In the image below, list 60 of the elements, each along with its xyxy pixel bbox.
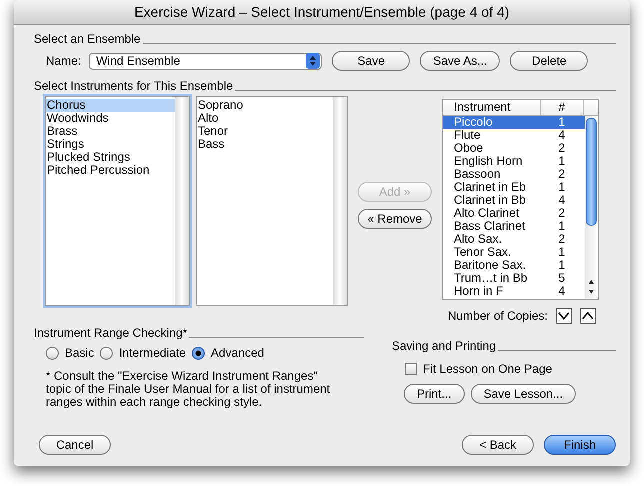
table-row[interactable]: Flute 4 — [443, 129, 585, 142]
instrument-item[interactable]: Soprano — [197, 99, 333, 112]
instrument-item[interactable]: Tenor — [197, 125, 333, 138]
table-row[interactable]: Trum…t in Bb 5 — [443, 272, 585, 285]
section-heading: Select Instruments for This Ensemble — [34, 79, 234, 93]
category-item[interactable]: Chorus — [46, 99, 175, 112]
column-header[interactable]: Instrument — [443, 100, 541, 115]
scrollbar-track[interactable] — [333, 97, 347, 305]
category-item[interactable]: Woodwinds — [46, 112, 175, 125]
table-row[interactable]: Alto Clarinet 2 — [443, 207, 585, 220]
radio-button[interactable] — [100, 346, 114, 360]
print-save-button[interactable]: Save Lesson... — [470, 384, 576, 404]
copies-label: Number of Copies: — [448, 309, 548, 323]
table-row[interactable]: Clarinet in Eb 1 — [443, 181, 585, 194]
ensemble-dropdown[interactable]: Wind Ensemble — [89, 52, 322, 70]
category-item[interactable]: Brass — [46, 125, 175, 138]
section-heading: Instrument Range Checking* — [34, 326, 188, 340]
category-list[interactable]: Chorus Woodwinds Brass Strings Plucked Strings Pitched Percussion — [45, 96, 190, 306]
table-row[interactable]: Tenor Sax. 1 — [443, 246, 585, 259]
instrument-item[interactable]: Bass — [197, 138, 333, 151]
section-heading: Saving and Printing — [392, 339, 496, 353]
category-item[interactable]: Strings — [46, 138, 175, 151]
ensemble-button[interactable]: Save — [332, 51, 410, 71]
footer-button[interactable]: Cancel — [39, 435, 111, 455]
scrollbar-track[interactable] — [175, 97, 189, 305]
section-heading: Select an Ensemble — [34, 32, 141, 46]
chevron-down-icon[interactable] — [556, 308, 572, 324]
checkbox[interactable] — [405, 363, 417, 375]
table-row[interactable]: Baritone Sax. 1 — [443, 259, 585, 272]
radio-button[interactable] — [46, 346, 59, 360]
move-button[interactable]: « Remove — [358, 209, 432, 229]
window-title: Exercise Wizard – Select Instrument/Ensemble (page 4 of 4) — [134, 4, 510, 20]
table-row[interactable]: Piccolo 1 — [443, 116, 585, 129]
instrument-item[interactable]: Alto — [197, 112, 333, 125]
column-header[interactable]: # — [541, 100, 584, 115]
table-row[interactable]: Oboe 2 — [443, 142, 585, 155]
instrument-list[interactable]: Soprano Alto Tenor Bass — [196, 96, 348, 306]
table-row[interactable]: Alto Sax. 2 — [443, 233, 585, 246]
print-save-button[interactable]: Print... — [404, 384, 465, 404]
ensemble-button[interactable]: Delete — [510, 51, 588, 71]
radio-button[interactable] — [192, 346, 206, 360]
range-note: * Consult the "Exercise Wizard Instrument Ranges" topic of the Finale User Manual for a list of instrument ranges within each range checking style. — [46, 370, 332, 409]
category-item[interactable]: Pitched Percussion — [46, 164, 175, 177]
dropdown-arrows-icon — [306, 53, 320, 69]
footer-button[interactable]: Finish — [544, 435, 616, 455]
footer-button[interactable]: < Back — [462, 435, 534, 455]
ensemble-button[interactable]: Save As... — [420, 51, 500, 71]
table-row[interactable]: Clarinet in Bb 4 — [443, 194, 585, 207]
table-row[interactable]: English Horn 1 — [443, 155, 585, 168]
name-label: Name: — [46, 54, 82, 68]
radio-label[interactable]: Basic — [65, 346, 94, 360]
table-row[interactable]: Horn in F 4 — [443, 285, 585, 298]
chevron-up-icon[interactable] — [580, 308, 596, 324]
checkbox-label[interactable]: Fit Lesson on One Page — [423, 362, 552, 376]
radio-label[interactable]: Advanced — [211, 346, 264, 360]
table-row[interactable]: Bassoon 2 — [443, 168, 585, 181]
radio-label[interactable]: Intermediate — [119, 346, 186, 360]
table-row[interactable]: Bass Clarinet 1 — [443, 220, 585, 233]
scrollbar-thumb[interactable] — [586, 118, 597, 226]
category-item[interactable]: Plucked Strings — [46, 151, 175, 164]
